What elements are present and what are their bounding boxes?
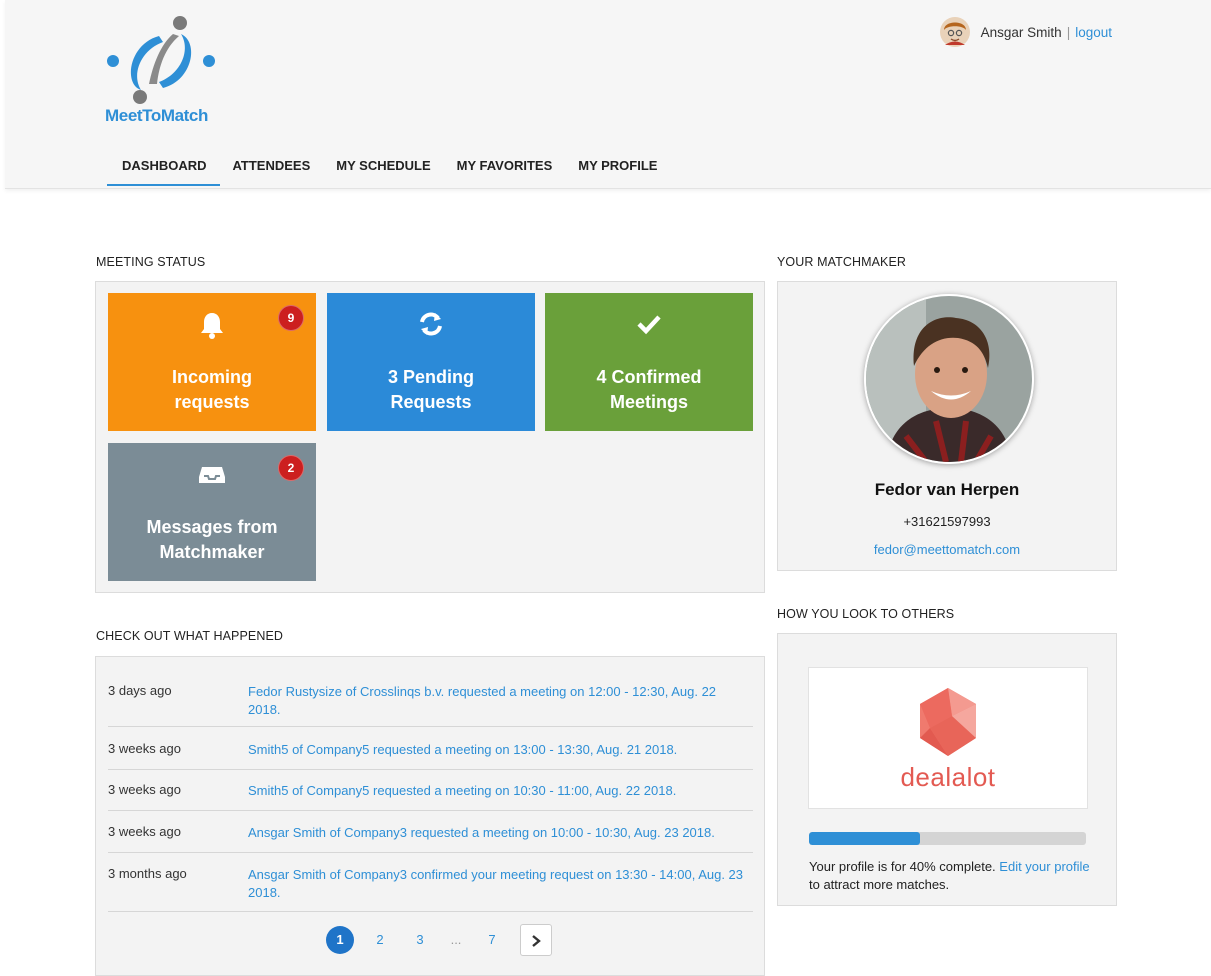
matchmaker-messages-label: Messages from Matchmaker <box>146 517 278 562</box>
brand-name: MeetToMatch <box>105 106 208 125</box>
page-1[interactable]: 1 <box>326 926 354 954</box>
incoming-requests-label: Incoming requests <box>172 367 252 412</box>
header: MeetToMatch Ansgar Smith | logout DASHBO… <box>5 0 1211 189</box>
pending-requests-label: 3 Pending Requests <box>387 367 474 412</box>
page-3[interactable]: 3 <box>406 926 434 954</box>
matchmaker-panel: Fedor van Herpen +31621597993 fedor@meet… <box>777 281 1117 571</box>
matchmaker-messages-tile[interactable]: Messages from Matchmaker 2 <box>108 443 316 581</box>
nav-attendees[interactable]: ATTENDEES <box>220 152 324 186</box>
profile-completion-before: Your profile is for 40% complete. <box>809 859 1000 874</box>
confirmed-meetings-label: 4 Confirmed Meetings <box>596 367 702 412</box>
matchmaker-title: YOUR MATCHMAKER <box>777 255 907 269</box>
incoming-requests-tile[interactable]: Incoming requests 9 <box>108 293 316 431</box>
nav-my-profile[interactable]: MY PROFILE <box>565 152 670 186</box>
inbox-icon <box>199 467 225 483</box>
activity-time: 3 days ago <box>108 683 172 698</box>
refresh-icon <box>420 312 442 336</box>
page-2[interactable]: 2 <box>366 926 394 954</box>
page-ellipsis: ... <box>450 932 462 947</box>
profile-preview-title: HOW YOU LOOK TO OTHERS <box>777 607 955 621</box>
company-name: dealalot <box>900 762 996 792</box>
next-page-button[interactable] <box>520 924 552 956</box>
matchmaker-email-link[interactable]: fedor@meettomatch.com <box>778 542 1116 557</box>
activity-row: 3 weeks ago Smith5 of Company5 requested… <box>108 741 753 770</box>
nav-my-schedule[interactable]: MY SCHEDULE <box>323 152 443 186</box>
edit-profile-link[interactable]: Edit your profile <box>999 859 1089 874</box>
activity-row: 3 months ago Ansgar Smith of Company3 co… <box>108 866 753 912</box>
meeting-status-panel: Incoming requests 9 3 Pending Requests 4… <box>95 281 765 593</box>
incoming-requests-badge: 9 <box>278 305 304 331</box>
meeting-status-title: MEETING STATUS <box>96 255 206 269</box>
matchmaker-photo <box>864 294 1034 464</box>
nav-my-favorites[interactable]: MY FAVORITES <box>444 152 566 186</box>
activity-link[interactable]: Smith5 of Company5 requested a meeting o… <box>248 741 748 759</box>
check-icon <box>637 315 661 335</box>
matchmaker-phone: +31621597993 <box>903 514 991 529</box>
activity-title: CHECK OUT WHAT HAPPENED <box>96 629 284 643</box>
activity-row: 3 weeks ago Smith5 of Company5 requested… <box>108 782 753 811</box>
user-menu: Ansgar Smith | logout <box>939 16 1112 48</box>
activity-time: 3 weeks ago <box>108 782 181 797</box>
matchmaker-name: Fedor van Herpen <box>874 480 1020 499</box>
profile-completion-after: to attract more matches. <box>809 877 950 892</box>
user-menu-separator: | <box>1066 24 1071 40</box>
activity-row: 3 weeks ago Ansgar Smith of Company3 req… <box>108 824 753 853</box>
activity-row: 3 days ago Fedor Rustysize of Crosslinqs… <box>108 683 753 727</box>
activity-time: 3 weeks ago <box>108 741 181 756</box>
profile-progress-bar <box>809 832 1086 845</box>
chevron-right-icon <box>532 934 541 947</box>
confirmed-meetings-tile[interactable]: 4 Confirmed Meetings <box>545 293 753 431</box>
activity-link[interactable]: Fedor Rustysize of Crosslinqs b.v. reque… <box>248 683 748 719</box>
activity-time: 3 months ago <box>108 866 187 881</box>
profile-progress-fill <box>809 832 920 845</box>
matchmaker-messages-badge: 2 <box>278 455 304 481</box>
pagination: 1 2 3 ... 7 <box>326 924 564 956</box>
profile-preview-panel: dealalot Your profile is for 40% complet… <box>777 633 1117 906</box>
main-nav: DASHBOARD ATTENDEES MY SCHEDULE MY FAVOR… <box>107 152 670 186</box>
nav-dashboard[interactable]: DASHBOARD <box>107 152 220 186</box>
user-avatar-icon[interactable] <box>939 16 971 48</box>
dealalot-logo-icon <box>920 688 976 756</box>
activity-link[interactable]: Ansgar Smith of Company3 requested a mee… <box>248 824 748 842</box>
profile-completion-text: Your profile is for 40% complete. Edit y… <box>809 858 1099 894</box>
pending-requests-tile[interactable]: 3 Pending Requests <box>327 293 535 431</box>
user-name: Ansgar Smith <box>980 24 1062 40</box>
activity-link[interactable]: Smith5 of Company5 requested a meeting o… <box>248 782 748 800</box>
bell-icon <box>201 313 223 339</box>
page-7[interactable]: 7 <box>478 926 506 954</box>
activity-time: 3 weeks ago <box>108 824 181 839</box>
activity-link[interactable]: Ansgar Smith of Company3 confirmed your … <box>248 866 748 902</box>
company-logo-card: dealalot <box>808 667 1088 809</box>
logout-link[interactable]: logout <box>1075 25 1112 40</box>
